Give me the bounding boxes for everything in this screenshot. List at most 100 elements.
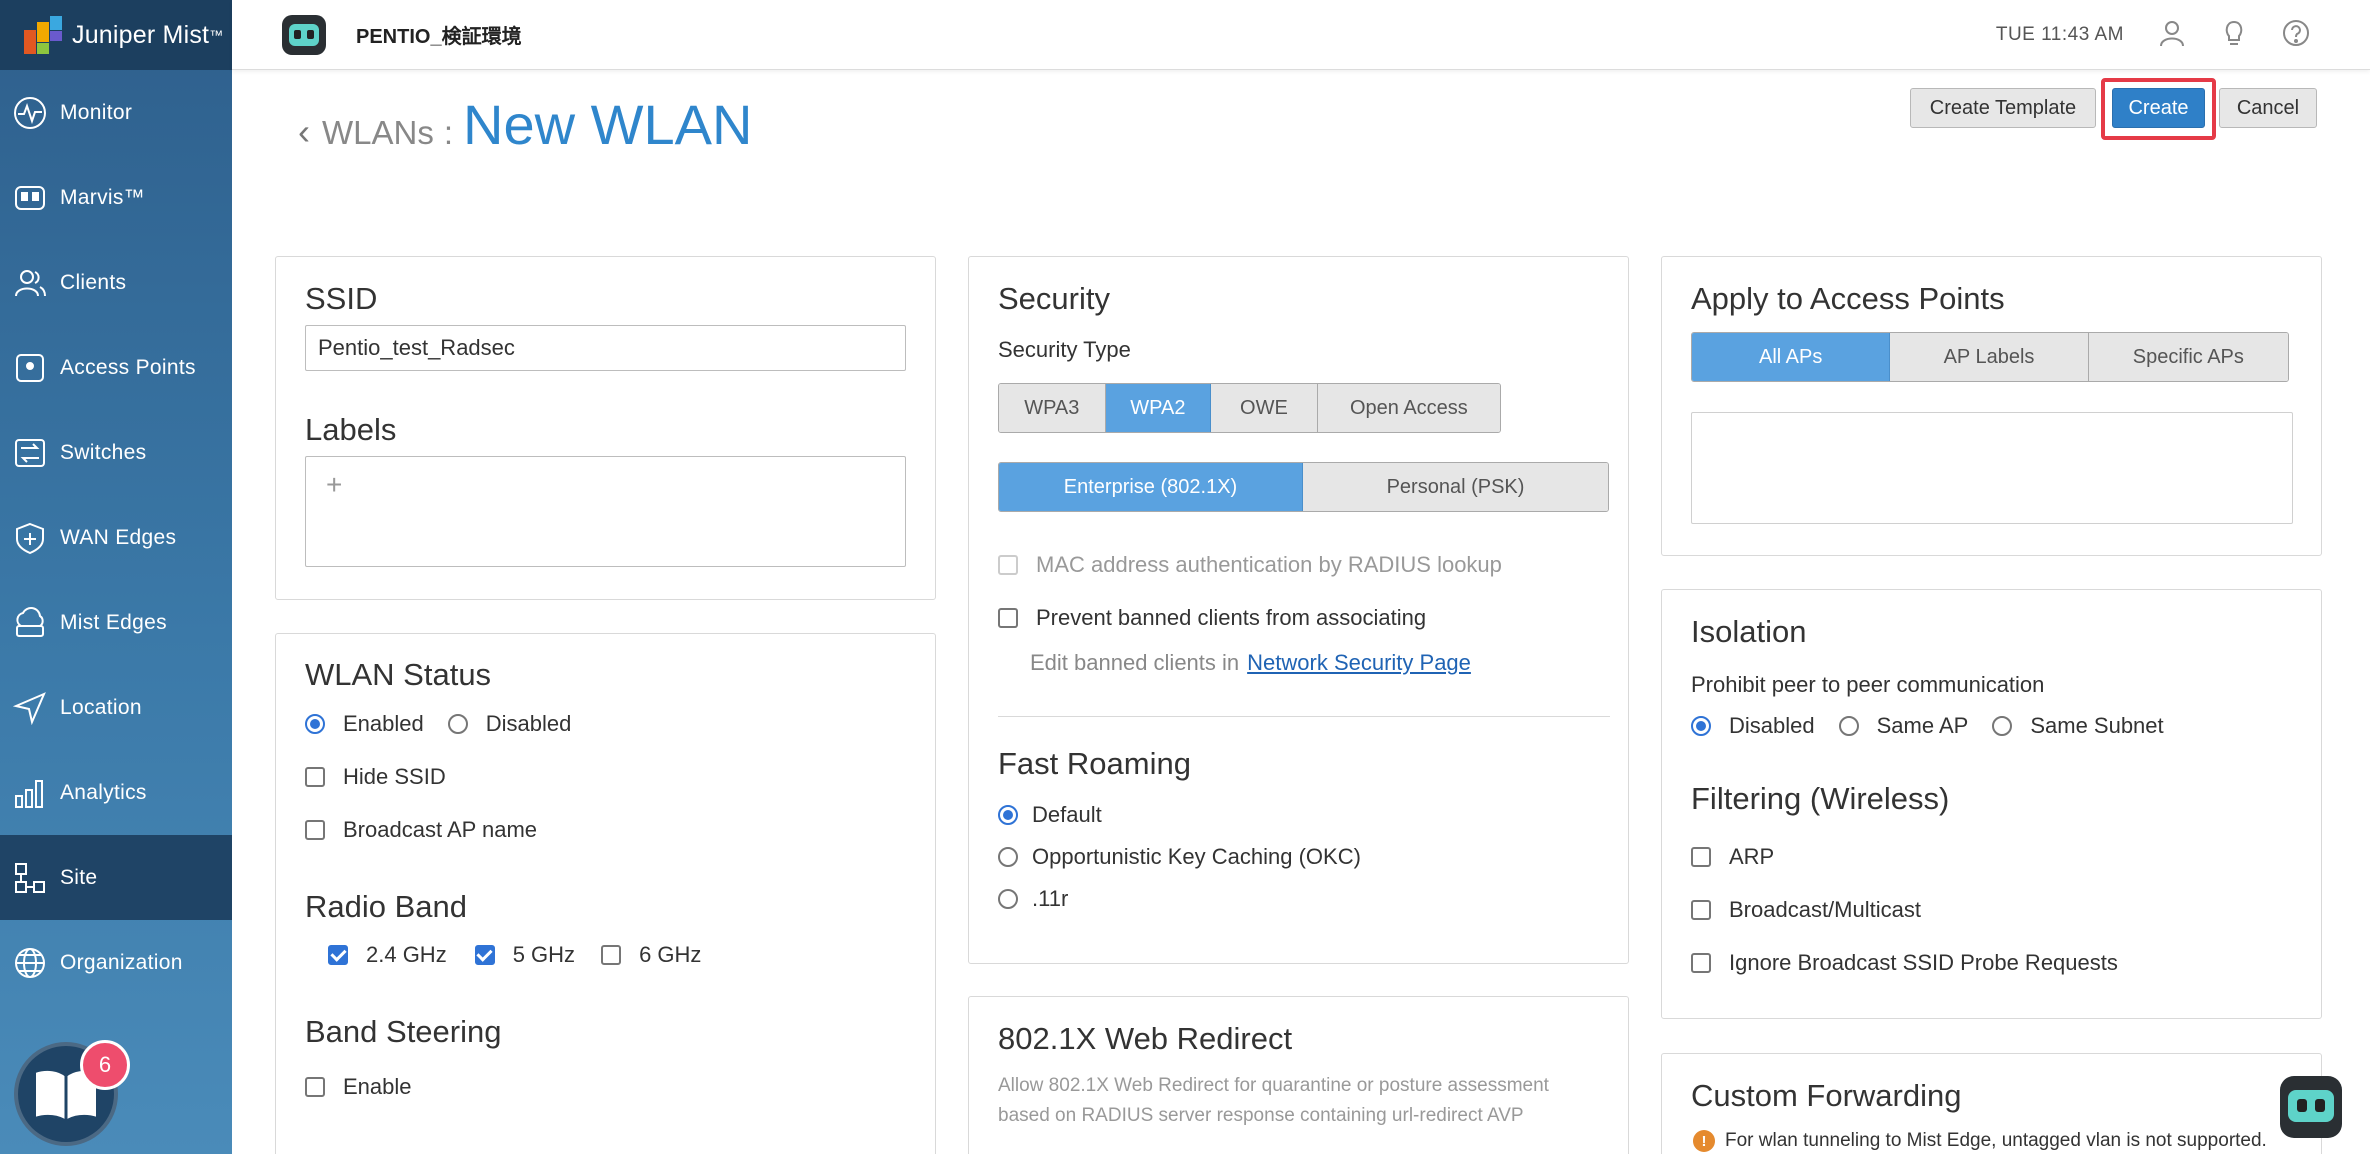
sidebar-item-location[interactable]: Location bbox=[0, 665, 232, 750]
roaming-okc-radio[interactable] bbox=[998, 847, 1018, 867]
security-mode-enterprise[interactable]: Enterprise (802.1X) bbox=[999, 463, 1303, 511]
band-steering-checkbox[interactable] bbox=[305, 1077, 325, 1097]
notification-badge[interactable]: 6 bbox=[80, 1040, 130, 1090]
security-type-open-access[interactable]: Open Access bbox=[1317, 384, 1500, 432]
security-mode-personal[interactable]: Personal (PSK) bbox=[1303, 463, 1608, 511]
filter-broadcast-checkbox[interactable] bbox=[1691, 900, 1711, 920]
roaming-default-radio[interactable] bbox=[998, 805, 1018, 825]
roaming-default-option[interactable]: Default bbox=[998, 802, 1102, 828]
user-icon[interactable] bbox=[2158, 19, 2186, 52]
sidebar-item-mist-edges[interactable]: Mist Edges bbox=[0, 580, 232, 665]
fast-roaming-title: Fast Roaming bbox=[998, 746, 1191, 781]
apply-specific-aps[interactable]: Specific APs bbox=[2088, 333, 2288, 381]
roaming-11r-radio[interactable] bbox=[998, 889, 1018, 909]
sidebar-item-wan-edges[interactable]: WAN Edges bbox=[0, 495, 232, 580]
apply-aps-segment: All APs AP Labels Specific APs bbox=[1691, 332, 2289, 382]
hide-ssid-checkbox[interactable] bbox=[305, 767, 325, 787]
hide-ssid-option[interactable]: Hide SSID bbox=[305, 764, 446, 790]
band-steering-label: Enable bbox=[343, 1074, 412, 1099]
filter-arp-label: ARP bbox=[1729, 844, 1775, 869]
isolation-same-ap-radio[interactable] bbox=[1838, 716, 1859, 736]
breadcrumb-parent[interactable]: WLANs bbox=[322, 114, 434, 152]
broadcast-ap-option[interactable]: Broadcast AP name bbox=[305, 817, 537, 843]
sidebar-item-organization[interactable]: Organization bbox=[0, 920, 232, 1005]
ssid-input[interactable] bbox=[305, 325, 906, 371]
sidebar-item-label: Analytics bbox=[60, 780, 147, 804]
status-enabled-radio[interactable] bbox=[305, 714, 325, 734]
isolation-options: Disabled Same AP Same Subnet bbox=[1691, 713, 2164, 739]
sidebar-item-label: Switches bbox=[60, 440, 147, 464]
analytics-icon bbox=[12, 775, 48, 811]
mac-auth-label: MAC address authentication by RADIUS loo… bbox=[1036, 552, 1502, 577]
prevent-banned-checkbox[interactable] bbox=[998, 608, 1018, 628]
custom-forwarding-card: Custom Forwarding ! For wlan tunneling t… bbox=[1661, 1053, 2322, 1154]
create-template-button[interactable]: Create Template bbox=[1910, 88, 2096, 128]
mac-auth-option: MAC address authentication by RADIUS loo… bbox=[998, 552, 1502, 578]
wlan-status-title: WLAN Status bbox=[305, 657, 492, 692]
sidebar-item-monitor[interactable]: Monitor bbox=[0, 70, 232, 155]
sidebar-item-analytics[interactable]: Analytics bbox=[0, 750, 232, 835]
sidebar-item-marvis[interactable]: Marvis™ bbox=[0, 155, 232, 240]
security-type-label: Security Type bbox=[998, 337, 1131, 362]
marvis-avatar-icon[interactable] bbox=[282, 14, 326, 55]
filter-ignore-probe-label: Ignore Broadcast SSID Probe Requests bbox=[1729, 950, 2118, 975]
sidebar-item-switches[interactable]: Switches bbox=[0, 410, 232, 495]
isolation-same-subnet-label: Same Subnet bbox=[2030, 713, 2164, 738]
brand-header[interactable]: Juniper Mist ™ bbox=[0, 0, 232, 70]
cancel-button[interactable]: Cancel bbox=[2219, 88, 2317, 128]
network-security-link[interactable]: Network Security Page bbox=[1247, 650, 1471, 676]
isolation-same-subnet-radio[interactable] bbox=[1992, 716, 2013, 736]
broadcast-ap-label: Broadcast AP name bbox=[343, 817, 538, 842]
site-name[interactable]: PENTIO_検証環境 bbox=[356, 20, 522, 49]
security-type-owe[interactable]: OWE bbox=[1211, 384, 1318, 432]
edit-banned-text: Edit banned clients in bbox=[1030, 650, 1240, 675]
isolation-card: Isolation Prohibit peer to peer communic… bbox=[1661, 589, 2322, 1019]
lightbulb-icon[interactable] bbox=[2220, 19, 2248, 52]
sidebar-item-label: Site bbox=[60, 865, 98, 889]
web-redirect-description-line: Allow 802.1X Web Redirect for quarantine… bbox=[998, 1075, 1549, 1096]
roaming-11r-option[interactable]: .11r bbox=[998, 886, 1068, 912]
filter-ignore-probe-checkbox[interactable] bbox=[1691, 953, 1711, 973]
roaming-okc-label: Opportunistic Key Caching (OKC) bbox=[1032, 844, 1361, 869]
access-point-icon bbox=[12, 350, 48, 386]
help-icon[interactable] bbox=[2282, 19, 2310, 52]
edit-banned-row: Edit banned clients in Network Security … bbox=[1030, 650, 1471, 676]
sidebar-item-access-points[interactable]: Access Points bbox=[0, 325, 232, 410]
ssid-title: SSID bbox=[305, 281, 378, 316]
isolation-title: Isolation bbox=[1691, 614, 1807, 649]
filter-broadcast-option[interactable]: Broadcast/Multicast bbox=[1691, 897, 1921, 923]
back-chevron-icon[interactable]: ‹ bbox=[298, 114, 310, 150]
create-button[interactable]: Create bbox=[2112, 88, 2205, 128]
wan-edge-icon bbox=[12, 520, 48, 556]
switch-icon bbox=[12, 435, 48, 471]
web-redirect-card: 802.1X Web Redirect Allow 802.1X Web Red… bbox=[968, 996, 1629, 1154]
clock-text: TUE 11:43 AM bbox=[1995, 24, 2124, 45]
status-disabled-radio[interactable] bbox=[447, 714, 468, 734]
band-5-checkbox[interactable] bbox=[474, 945, 495, 965]
filter-arp-checkbox[interactable] bbox=[1691, 847, 1711, 867]
band-6-checkbox[interactable] bbox=[601, 945, 622, 965]
marvis-chat-button[interactable] bbox=[2280, 1076, 2342, 1138]
apply-ap-labels[interactable]: AP Labels bbox=[1890, 333, 2089, 381]
apply-all-aps[interactable]: All APs bbox=[1692, 333, 1891, 381]
security-type-wpa2[interactable]: WPA2 bbox=[1105, 384, 1212, 432]
broadcast-ap-checkbox[interactable] bbox=[305, 820, 325, 840]
roaming-default-label: Default bbox=[1032, 802, 1102, 827]
sidebar-item-clients[interactable]: Clients bbox=[0, 240, 232, 325]
status-disabled-label: Disabled bbox=[485, 711, 572, 736]
security-type-wpa3[interactable]: WPA3 bbox=[999, 384, 1106, 432]
roaming-okc-option[interactable]: Opportunistic Key Caching (OKC) bbox=[998, 844, 1361, 870]
isolation-disabled-radio[interactable] bbox=[1691, 716, 1711, 736]
band-24-checkbox[interactable] bbox=[328, 945, 348, 965]
roaming-11r-label: .11r bbox=[1032, 886, 1069, 911]
prevent-banned-option[interactable]: Prevent banned clients from associating bbox=[998, 605, 1426, 631]
apply-aps-card: Apply to Access Points All APs AP Labels… bbox=[1661, 256, 2322, 556]
filter-ignore-probe-option[interactable]: Ignore Broadcast SSID Probe Requests bbox=[1691, 950, 2118, 976]
status-enabled-option[interactable]: Enabled Disabled bbox=[305, 711, 571, 737]
add-label-icon[interactable]: + bbox=[326, 469, 342, 501]
labels-box[interactable]: + bbox=[305, 456, 906, 567]
sidebar-item-site[interactable]: Site bbox=[0, 835, 232, 920]
filter-arp-option[interactable]: ARP bbox=[1691, 844, 1774, 870]
isolation-disabled-label: Disabled bbox=[1729, 713, 1815, 738]
band-steering-option[interactable]: Enable bbox=[305, 1074, 412, 1100]
